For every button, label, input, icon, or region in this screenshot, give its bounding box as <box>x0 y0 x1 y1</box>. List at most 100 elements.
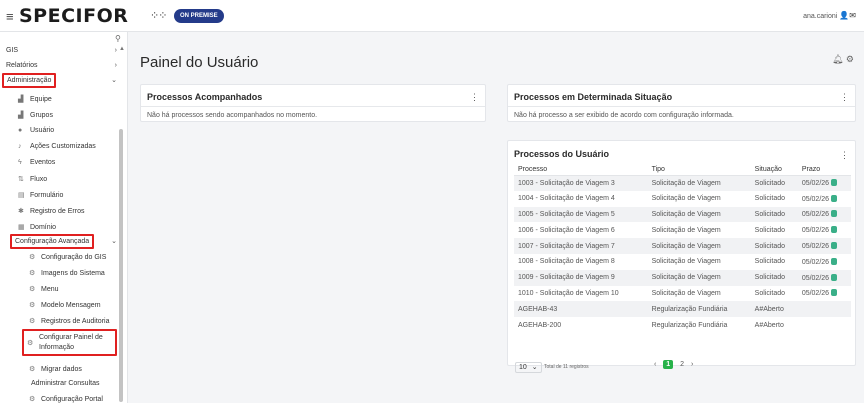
cell-text: Solicitação de Viagem <box>651 274 721 282</box>
sidebar-item-menu[interactable]: ⚙ Menu <box>29 285 59 293</box>
chevron-down-icon: ⌄ <box>111 238 117 245</box>
sidebar-scrollbar[interactable] <box>119 129 123 402</box>
sidebar-item-relatorios[interactable]: Relatórios <box>6 62 38 69</box>
sidebar-item-label: Configurar Painel de <box>39 334 103 341</box>
sidebar-item-administracao[interactable]: Administração <box>2 73 57 88</box>
bug-icon: ✱ <box>18 208 24 215</box>
cell-text: Solicitação de Viagem <box>651 195 721 203</box>
sidebar-item-migrar-dados[interactable]: ⚙ Migrar dados <box>29 365 82 373</box>
next-page-icon[interactable]: › <box>691 361 693 368</box>
table-header-row: Processo Tipo Situação Prazo <box>514 164 851 176</box>
sidebar-item-fluxo[interactable]: ⇅ Fluxo <box>18 175 47 183</box>
sidebar-item-grupos[interactable]: ▟ Grupos <box>18 111 53 119</box>
edition-badge: ON PREMISE <box>174 9 224 23</box>
mail-icon[interactable]: ✉ <box>849 11 856 20</box>
cell-tipo: Solicitação de Viagem <box>647 238 751 254</box>
card-processos-situacao: Processos em Determinada Situação ⋮ Não … <box>507 84 856 122</box>
cell-text: A#Aberto <box>754 305 784 313</box>
page-2-button[interactable]: 2 <box>680 361 684 368</box>
column-header[interactable]: Processo <box>514 164 648 176</box>
app-logo[interactable]: SPECIFOR <box>19 5 128 27</box>
table-row[interactable]: 1005 - Solicitação de Viagem 5 Solicitaçã… <box>514 206 851 223</box>
cell-text: 05/02/26 <box>801 274 830 282</box>
column-header[interactable]: Tipo <box>647 164 751 176</box>
sidebar-item-dominio[interactable]: ▦ Domínio <box>18 223 56 231</box>
total-records: Total de 11 registros <box>544 364 589 370</box>
sidebar-item-label: Administração <box>7 77 52 84</box>
sidebar-item-configuracao-portal[interactable]: ⚙ Configuração Portal <box>29 395 103 403</box>
sidebar-item-label: Ações Customizadas <box>30 143 96 150</box>
cell-situacao: Solicitado <box>750 175 798 191</box>
more-vertical-icon[interactable]: ⋮ <box>840 92 849 103</box>
user-menu[interactable]: ana.carioni 👤✉ <box>803 11 856 20</box>
cell-processo: AGEHAB-200 <box>514 317 648 333</box>
events-icon: ϟ <box>18 159 22 166</box>
card-title: Processos do Usuário <box>514 149 610 159</box>
more-vertical-icon[interactable]: ⋮ <box>840 150 849 161</box>
deadline-status-icon <box>831 226 838 234</box>
hamburger-menu-icon[interactable]: ≡ <box>6 9 14 24</box>
cell-situacao: Solicitado <box>750 238 798 254</box>
table-row[interactable]: 1006 - Solicitação de Viagem 6 Solicitaçã… <box>514 222 851 238</box>
cell-text: Solicitação de Viagem <box>651 258 721 266</box>
bell-icon[interactable]: 🔔︎ <box>832 54 843 64</box>
sidebar-item-configuracao-avancada[interactable]: Configuração Avançada <box>10 234 95 249</box>
table-row[interactable]: 1008 - Solicitação de Viagem 8 Solicitaçã… <box>514 254 851 270</box>
column-header[interactable]: Situação <box>750 164 798 176</box>
search-icon[interactable]: ⚲ <box>115 34 121 43</box>
sidebar-item-label: Administrar Consultas <box>31 380 100 387</box>
sidebar-item-configurar-painel[interactable]: ⚙ Configurar Painel de Informação <box>22 329 117 356</box>
cell-text: 05/02/26 <box>801 195 830 203</box>
gear-icon[interactable]: ⚙ <box>846 54 854 64</box>
cell-situacao: Solicitado <box>751 191 798 207</box>
cell-tipo: Solicitação de Viagem <box>647 269 751 286</box>
cell-text: AGEHAB-200 <box>518 321 562 329</box>
sidebar-item-configuracao-do-gis[interactable]: ⚙ Configuração do GIS <box>29 253 106 261</box>
page-size-select[interactable]: 10 ⌄ <box>515 362 542 373</box>
empty-message: Não há processos sendo acompanhados no m… <box>147 112 318 119</box>
table-row[interactable]: 1009 - Solicitação de Viagem 9 Solicitaçã… <box>514 269 851 286</box>
table-row[interactable]: AGEHAB-43 Regularização Fundiária A#Aberto <box>514 301 851 318</box>
table-row[interactable]: AGEHAB-200 Regularização Fundiária A#Abert… <box>514 317 851 333</box>
sidebar-item-label: Configuração Portal <box>41 396 103 403</box>
table-row[interactable]: 1010 - Solicitação de Viagem 10 Solicitaç… <box>514 286 851 302</box>
processos-table: Processo Tipo Situação Prazo 1003 - Soli… <box>514 164 851 333</box>
sidebar-item-label: Formulário <box>30 192 64 199</box>
sidebar-item-modelo-mensagem[interactable]: ⚙ Modelo Mensagem <box>29 301 101 309</box>
cell-text: 1007 - Solicitação de Viagem 7 <box>518 242 615 250</box>
cell-situacao: Solicitado <box>751 222 798 238</box>
previous-page-icon[interactable]: ‹ <box>654 361 656 368</box>
sidebar-item-registros-de-auditoria[interactable]: ⚙ Registros de Auditoria <box>29 317 109 325</box>
sidebar-item-registro-de-erros[interactable]: ✱ Registro de Erros <box>18 207 84 215</box>
table-row[interactable]: 1004 - Solicitação de Viagem 4 Solicitaçã… <box>514 191 851 207</box>
sidebar-item-administrar-consultas[interactable]: Administrar Consultas <box>31 380 99 387</box>
sidebar-item-imagens-do-sistema[interactable]: ⚙ Imagens do Sistema <box>29 269 105 277</box>
cell-processo: 1010 - Solicitação de Viagem 10 <box>514 286 648 302</box>
page-actions: 🔔︎ ⚙ <box>832 54 854 65</box>
sidebar-item-gis[interactable]: GIS <box>6 47 18 54</box>
table-row[interactable]: 1003 - Solicitação de Viagem 3 Solicitaçã… <box>514 175 851 191</box>
cell-text: AGEHAB-43 <box>518 305 558 313</box>
pagination: ‹ 1 2 › <box>654 360 698 369</box>
sidebar-item-label: Equipe <box>30 96 52 103</box>
more-vertical-icon[interactable]: ⋮ <box>470 92 479 103</box>
sidebar-item-acoes-customizadas[interactable]: ♪ Ações Customizadas <box>18 143 96 150</box>
cell-prazo: 05/02/26 <box>797 175 851 191</box>
cell-text: 1003 - Solicitação de Viagem 3 <box>518 179 615 187</box>
sidebar-item-label: Fluxo <box>30 176 48 183</box>
cell-processo: 1005 - Solicitação de Viagem 5 <box>514 206 648 223</box>
config-icon: ⚙ <box>29 254 36 261</box>
cell-text: Solicitado <box>754 242 786 250</box>
scroll-up-arrow-icon[interactable]: ▲ <box>119 46 125 52</box>
column-header[interactable]: Prazo <box>797 164 851 176</box>
sidebar-item-label: Usuário <box>30 127 55 134</box>
sidebar-item-equipe[interactable]: ▟ Equipe <box>18 95 52 103</box>
table-row[interactable]: 1007 - Solicitação de Viagem 7 Solicitaçã… <box>514 238 851 254</box>
cell-text: Solicitado <box>754 258 786 266</box>
sidebar-item-eventos[interactable]: ϟ Eventos <box>18 159 55 166</box>
page-1-button[interactable]: 1 <box>663 360 674 369</box>
cell-prazo: 05/02/26 <box>797 269 851 286</box>
sidebar-item-formulario[interactable]: ▤ Formulário <box>18 191 63 199</box>
deadline-status-icon <box>831 194 838 202</box>
sidebar-item-usuario[interactable]: ● Usuário <box>18 127 54 134</box>
